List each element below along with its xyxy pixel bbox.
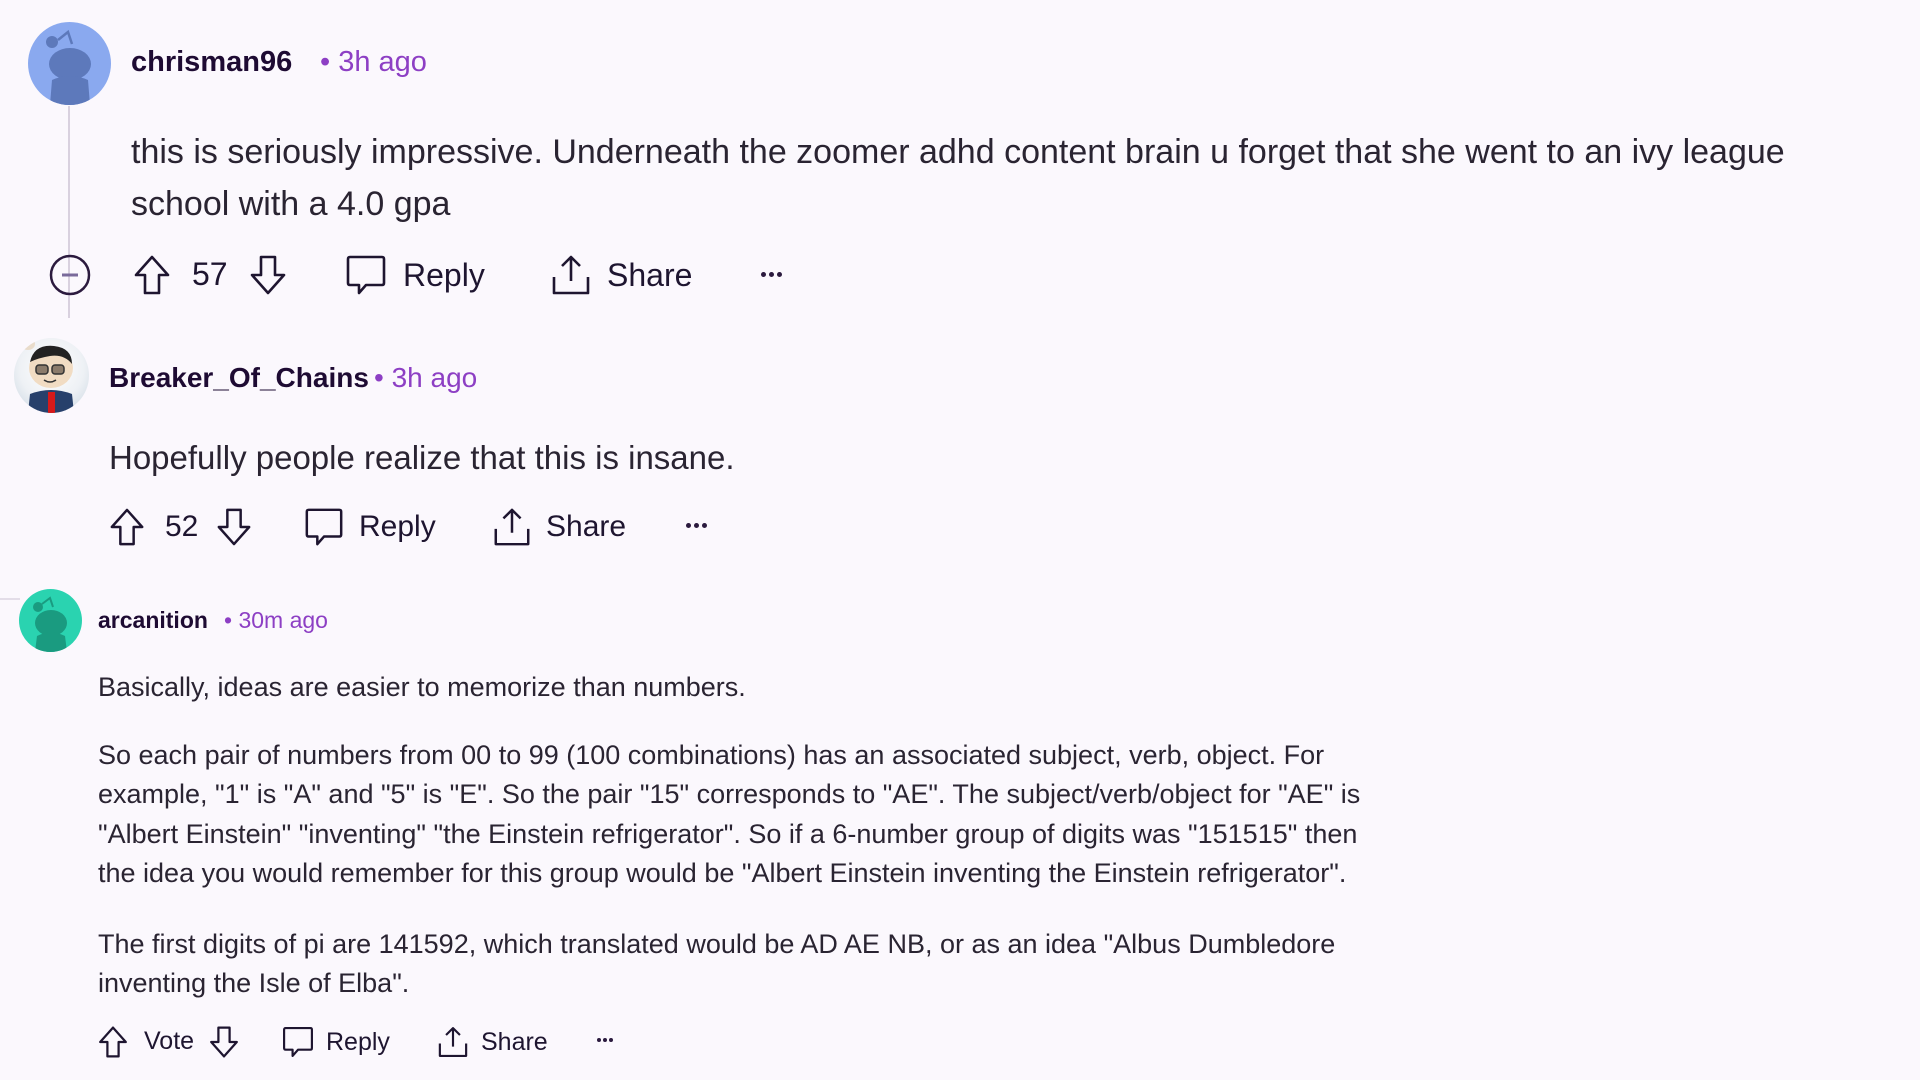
comment-line: school with a 4.0 gpa — [131, 185, 451, 223]
separator-dot: • — [320, 46, 331, 78]
comment-line: So each pair of numbers from 00 to 99 (1… — [98, 740, 1325, 770]
reply-label: Reply — [359, 510, 436, 543]
comment-line: the idea you would remember for this gro… — [98, 858, 1347, 889]
downvote-button[interactable] — [215, 506, 253, 548]
comment-body: Basically, ideas are easier to memorize … — [98, 668, 746, 707]
share-button[interactable]: Share — [491, 506, 626, 548]
comment-line: example, "1" is "A" and "5" is "E". So t… — [98, 779, 1361, 810]
comment-bubble-icon — [305, 508, 343, 546]
vote-label: Vote — [144, 1027, 194, 1056]
avatar[interactable] — [28, 22, 111, 105]
downvote-button[interactable] — [248, 253, 288, 297]
comment-bubble-icon — [346, 255, 386, 295]
separator-dot: • — [224, 607, 233, 633]
share-button[interactable]: Share — [436, 1024, 548, 1060]
score-value: 57 — [192, 256, 228, 292]
upvote-button[interactable] — [132, 253, 172, 297]
comment-meta: • 30m ago — [224, 607, 328, 634]
upvote-button[interactable] — [108, 506, 146, 548]
comment-line: Basically, ideas are easier to memorize … — [98, 672, 746, 702]
comment-meta: • 3h ago — [374, 362, 477, 394]
character-avatar-icon — [21, 338, 74, 413]
reply-button[interactable]: Reply — [281, 1024, 390, 1060]
reply-button[interactable]: Reply — [303, 506, 436, 548]
snoo-avatar-icon — [33, 596, 67, 652]
separator-dot: • — [374, 362, 384, 393]
comment-line: The first digits of pi are 141592, which… — [98, 929, 1336, 959]
score: 57 — [192, 256, 228, 293]
comment-meta: • 3h ago — [320, 46, 427, 79]
upvote-button[interactable] — [97, 1024, 129, 1060]
score-value: 52 — [165, 510, 199, 543]
collapse-minus-icon — [49, 254, 91, 296]
username[interactable]: chrisman96 — [131, 46, 292, 79]
snoo-avatar-icon — [46, 29, 91, 105]
thread-connector — [0, 598, 20, 600]
share-label: Share — [546, 510, 627, 543]
score-value: Vote — [144, 1027, 195, 1055]
comment-line: inventing the Isle of Elba". — [98, 968, 410, 999]
comment-body: So each pair of numbers from 00 to 99 (1… — [98, 736, 1360, 894]
upvote-arrow-icon — [110, 508, 144, 546]
more-options-icon[interactable] — [686, 523, 707, 528]
avatar[interactable] — [14, 338, 89, 413]
reply-label: Reply — [403, 256, 485, 293]
avatar[interactable] — [19, 589, 82, 652]
comment-body: The first digits of pi are 141592, which… — [98, 925, 1335, 1004]
comment-bubble-icon — [283, 1027, 313, 1057]
comment-line: Hopefully people realize that this is in… — [109, 439, 735, 476]
comment-line: "Albert Einstein" "inventing" "the Einst… — [98, 818, 1358, 849]
more-options-icon[interactable] — [761, 272, 782, 277]
share-label: Share — [481, 1027, 548, 1056]
username[interactable]: arcanition — [98, 607, 208, 634]
comment-body: Hopefully people realize that this is in… — [109, 437, 735, 479]
upvote-arrow-icon — [134, 255, 170, 295]
username[interactable]: Breaker_Of_Chains — [109, 362, 369, 394]
reply-label: Reply — [326, 1027, 390, 1056]
timestamp[interactable]: 30m ago — [238, 607, 328, 633]
reply-button[interactable]: Reply — [344, 253, 485, 297]
collapse-button[interactable] — [48, 253, 92, 297]
timestamp[interactable]: 3h ago — [338, 46, 427, 78]
downvote-button[interactable] — [208, 1024, 240, 1060]
timestamp[interactable]: 3h ago — [392, 362, 478, 393]
thread-line[interactable] — [68, 295, 70, 318]
share-label: Share — [607, 256, 693, 293]
share-upload-icon — [438, 1027, 468, 1057]
downvote-arrow-icon — [210, 1026, 238, 1058]
share-upload-icon — [552, 255, 590, 295]
share-button[interactable]: Share — [549, 253, 692, 297]
score: 52 — [165, 510, 198, 544]
comment-body: this is seriously impressive. Underneath… — [131, 126, 1785, 230]
comment-line: this is seriously impressive. Underneath… — [131, 133, 1785, 171]
downvote-arrow-icon — [217, 508, 251, 546]
downvote-arrow-icon — [250, 255, 286, 295]
more-options-icon[interactable] — [597, 1038, 613, 1042]
share-upload-icon — [494, 508, 530, 546]
upvote-arrow-icon — [99, 1026, 127, 1058]
